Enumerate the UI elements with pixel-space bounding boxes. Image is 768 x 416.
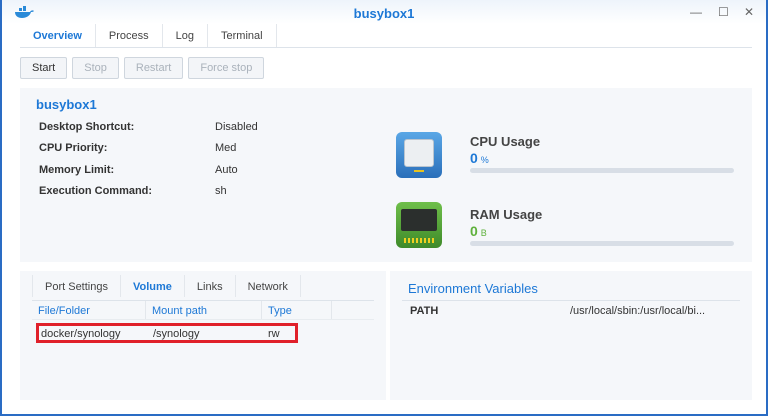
- tab-process[interactable]: Process: [96, 24, 163, 47]
- close-button[interactable]: ✕: [744, 5, 754, 19]
- tab-terminal[interactable]: Terminal: [208, 24, 277, 47]
- cpu-usage-label: CPU Usage: [470, 134, 541, 149]
- stop-button[interactable]: Stop: [72, 57, 119, 79]
- field-value: sh: [215, 185, 227, 197]
- cell-type: rw: [268, 328, 280, 340]
- cell-mount-path: /synology: [153, 328, 200, 340]
- overview-panel: busybox1 Desktop Shortcut: Disabled CPU …: [20, 88, 752, 262]
- window-title: busybox1: [353, 6, 415, 21]
- env-var-name: PATH: [410, 305, 439, 317]
- container-window: busybox1 — ☐ ✕ Overview Process Log Term…: [0, 0, 768, 416]
- field-label: CPU Priority:: [39, 142, 108, 154]
- ram-usage-unit: B: [480, 228, 487, 238]
- minimize-button[interactable]: —: [690, 5, 702, 19]
- action-toolbar: Start Stop Restart Force stop: [20, 57, 265, 79]
- container-name: busybox1: [36, 97, 97, 112]
- cpu-usage-value: 0: [470, 150, 478, 166]
- tab-volume[interactable]: Volume: [121, 275, 185, 297]
- cell-file-folder: docker/synology: [41, 328, 121, 340]
- force-stop-button[interactable]: Force stop: [188, 57, 265, 79]
- tab-network[interactable]: Network: [236, 275, 301, 297]
- maximize-button[interactable]: ☐: [718, 5, 729, 19]
- settings-tabs: Port Settings Volume Links Network: [32, 275, 301, 297]
- field-label: Memory Limit:: [39, 164, 115, 176]
- table-row[interactable]: docker/synology /synology rw: [36, 323, 298, 343]
- ram-icon: [396, 202, 442, 248]
- field-label: Desktop Shortcut:: [39, 121, 135, 133]
- column-header-file-folder[interactable]: File/Folder: [32, 301, 146, 319]
- cpu-usage-bar: [470, 168, 734, 173]
- restart-button[interactable]: Restart: [123, 57, 184, 79]
- tab-port-settings[interactable]: Port Settings: [32, 275, 121, 297]
- field-value: Med: [215, 142, 237, 154]
- volume-table-header: File/Folder Mount path Type: [32, 300, 374, 320]
- field-label: Execution Command:: [39, 185, 153, 197]
- ram-usage-bar: [470, 241, 734, 246]
- tab-log[interactable]: Log: [163, 24, 209, 47]
- cpu-usage-unit: %: [480, 155, 489, 165]
- column-header-type[interactable]: Type: [262, 301, 332, 319]
- tab-overview[interactable]: Overview: [20, 24, 96, 47]
- environment-panel: Environment Variables PATH /usr/local/sb…: [390, 271, 752, 400]
- title-bar: busybox1 — ☐ ✕: [2, 0, 766, 24]
- ram-usage-label: RAM Usage: [470, 207, 543, 222]
- settings-panel: Port Settings Volume Links Network File/…: [20, 271, 386, 400]
- ram-usage: RAM Usage 0B: [470, 207, 734, 246]
- divider: [402, 300, 740, 301]
- main-tabs: Overview Process Log Terminal: [20, 24, 752, 48]
- column-header-mount-path[interactable]: Mount path: [146, 301, 262, 319]
- tab-links[interactable]: Links: [185, 275, 236, 297]
- field-value: Disabled: [215, 121, 258, 133]
- start-button[interactable]: Start: [20, 57, 68, 79]
- cpu-icon: [396, 132, 442, 178]
- field-value: Auto: [215, 164, 238, 176]
- environment-title: Environment Variables: [408, 281, 538, 296]
- env-var-value: /usr/local/sbin:/usr/local/bi...: [570, 305, 706, 317]
- cpu-usage: CPU Usage 0%: [470, 134, 734, 173]
- ram-usage-value: 0: [470, 223, 478, 239]
